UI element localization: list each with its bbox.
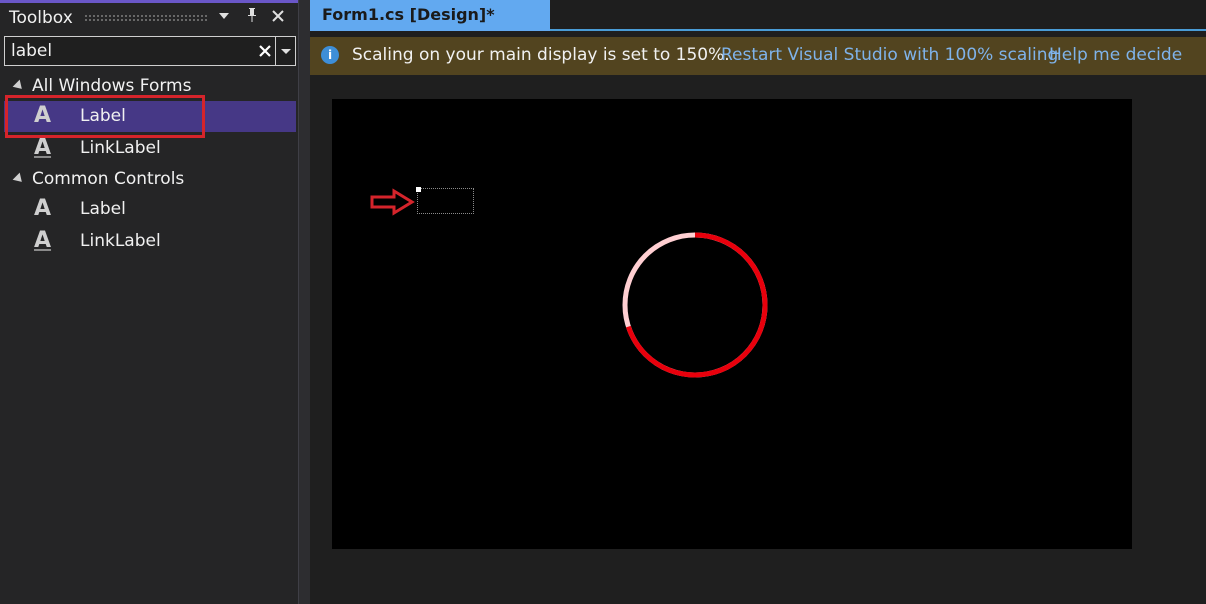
toolbox-search-box [4, 36, 276, 66]
collapse-triangle-icon [12, 172, 26, 186]
toolbox-header: Toolbox [0, 3, 298, 33]
placed-label-control[interactable] [416, 187, 474, 214]
restart-scaling-link[interactable]: Restart Visual Studio with 100% scaling [721, 45, 1058, 65]
form-canvas[interactable] [332, 99, 1132, 549]
window-position-dropdown-icon[interactable] [214, 7, 234, 29]
close-icon[interactable] [268, 7, 288, 29]
info-message: Scaling on your main display is set to 1… [352, 45, 730, 65]
loading-spinner-icon [622, 232, 768, 378]
toolbox-item-linklabel[interactable]: A LinkLabel [4, 133, 296, 164]
pin-icon[interactable] [242, 7, 262, 29]
clear-search-icon[interactable] [254, 38, 276, 64]
toolbox-item-linklabel[interactable]: A LinkLabel [4, 226, 296, 257]
selection-handle[interactable] [416, 187, 421, 192]
collapse-triangle-icon [12, 79, 26, 93]
toolbox-panel: Toolbox All Windows Forms A Label A Link… [0, 0, 298, 604]
group-all-windows-forms[interactable]: All Windows Forms [0, 73, 296, 101]
toolbox-drag-grip[interactable] [84, 14, 208, 22]
toolbox-item-label: LinkLabel [80, 138, 161, 158]
label-icon: A [34, 196, 52, 221]
group-common-controls[interactable]: Common Controls [0, 166, 296, 194]
search-options-dropdown[interactable] [276, 36, 296, 66]
help-me-decide-link[interactable]: Help me decide [1049, 45, 1182, 65]
tab-label: Form1.cs [Design]* [322, 5, 495, 24]
link-label-icon: A [34, 228, 52, 253]
scaling-info-bar: i Scaling on your main display is set to… [310, 37, 1206, 75]
info-icon: i [321, 46, 339, 64]
group-label: All Windows Forms [32, 76, 192, 96]
designer-surface [310, 75, 1206, 604]
toolbox-search-input[interactable] [5, 37, 245, 65]
toolbox-title: Toolbox [9, 8, 73, 28]
annotation-arrow-icon [370, 188, 415, 216]
panel-splitter[interactable] [298, 0, 310, 604]
toolbox-item-label: Label [80, 106, 126, 126]
document-tab-strip: Form1.cs [Design]* [310, 0, 1206, 31]
group-label: Common Controls [32, 169, 185, 189]
toolbox-item-label: Label [80, 199, 126, 219]
toolbox-item-label-selected[interactable]: A Label [4, 101, 296, 132]
link-label-icon: A [34, 135, 52, 160]
tab-form1-design[interactable]: Form1.cs [Design]* [310, 0, 550, 31]
toolbox-item-label[interactable]: A Label [4, 194, 296, 225]
label-icon: A [34, 103, 52, 128]
toolbox-item-label: LinkLabel [80, 231, 161, 251]
